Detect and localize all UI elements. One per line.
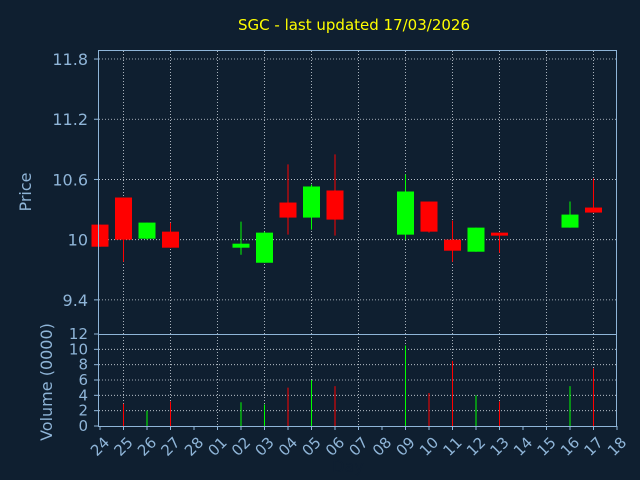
price-tick-label: 11.8 xyxy=(52,50,88,69)
candle-body xyxy=(279,202,297,218)
candle-body xyxy=(397,191,414,235)
price-tick-label: 10.6 xyxy=(52,170,88,189)
candle-body xyxy=(467,227,485,252)
day-tick-label: 07 xyxy=(346,434,372,460)
price-axis-ticks: 11.8 11.2 10.6 10 9.4 xyxy=(52,50,99,310)
candle-body xyxy=(420,201,438,232)
price-tick-label: 11.2 xyxy=(52,110,88,129)
candle-25 xyxy=(115,197,132,262)
candle-body xyxy=(232,243,250,248)
candle-26 xyxy=(138,222,156,240)
day-tick-label: 06 xyxy=(322,434,348,460)
day-tick-label: 10 xyxy=(416,434,442,460)
price-tick-label: 9.4 xyxy=(63,291,88,310)
stock-chart: SGC - last updated 17/03/2026 11.8 11.2 10… xyxy=(16,16,630,476)
day-tick-label: 02 xyxy=(228,434,254,460)
candle-10 xyxy=(420,201,438,233)
day-tick-label: 14 xyxy=(510,434,536,460)
volume-axis-ticks: 121086420 xyxy=(69,325,99,435)
chart-title: SGC - last updated 17/03/2026 xyxy=(238,16,470,34)
day-tick-label: 27 xyxy=(158,434,184,460)
day-tick-label: 18 xyxy=(604,434,630,460)
candle-body xyxy=(115,197,132,240)
candle-body xyxy=(256,232,273,263)
candle-13 xyxy=(491,232,508,253)
candle-11 xyxy=(444,220,461,262)
candle-03 xyxy=(256,231,273,263)
candle-12 xyxy=(467,227,485,252)
price-tick-label: 10 xyxy=(68,231,88,250)
candle-body xyxy=(561,214,579,228)
candle-24 xyxy=(91,224,109,247)
candle-04 xyxy=(279,164,297,235)
volume-axis-label: Volume (0000) xyxy=(37,323,56,441)
day-tick-label: 08 xyxy=(369,434,395,460)
volume-panel xyxy=(98,334,617,427)
candle-06 xyxy=(326,154,344,236)
day-tick-label: 13 xyxy=(487,434,513,460)
candle-17 xyxy=(585,178,602,213)
day-tick-label: 05 xyxy=(299,434,325,460)
candlestick-series xyxy=(91,154,602,263)
day-tick-label: 28 xyxy=(181,434,207,460)
price-plot-frame xyxy=(98,50,617,335)
day-axis-label: Day xyxy=(332,457,364,476)
candle-16 xyxy=(561,201,579,228)
price-axis-label: Price xyxy=(16,172,35,211)
candle-02 xyxy=(232,221,250,255)
day-tick-label: 24 xyxy=(87,434,113,460)
candle-body xyxy=(585,207,602,213)
day-tick-label: 17 xyxy=(581,434,607,460)
day-tick-label: 26 xyxy=(134,434,160,460)
day-tick-label: 25 xyxy=(111,434,137,460)
candle-body xyxy=(138,222,156,239)
candle-27 xyxy=(162,222,179,248)
day-tick-label: 09 xyxy=(393,434,419,460)
day-tick-label: 12 xyxy=(463,434,489,460)
candle-05 xyxy=(303,184,320,230)
day-tick-label: 04 xyxy=(275,434,301,460)
volume-tick-label: 0 xyxy=(78,417,88,435)
day-tick-label: 16 xyxy=(557,434,583,460)
candle-body xyxy=(303,186,320,218)
candle-09 xyxy=(397,174,414,240)
candle-body xyxy=(491,232,508,236)
day-tick-label: 11 xyxy=(440,434,466,460)
candle-body xyxy=(162,231,179,248)
candle-body xyxy=(91,224,109,247)
day-tick-label: 03 xyxy=(252,434,278,460)
candle-body xyxy=(444,239,461,251)
day-tick-label: 01 xyxy=(205,434,231,460)
price-panel xyxy=(98,50,617,335)
day-axis-ticks: 2425262728010203040506070809101112131415… xyxy=(87,426,630,460)
day-tick-label: 15 xyxy=(534,434,560,460)
volume-plot-frame xyxy=(98,334,617,427)
candle-body xyxy=(326,190,344,220)
